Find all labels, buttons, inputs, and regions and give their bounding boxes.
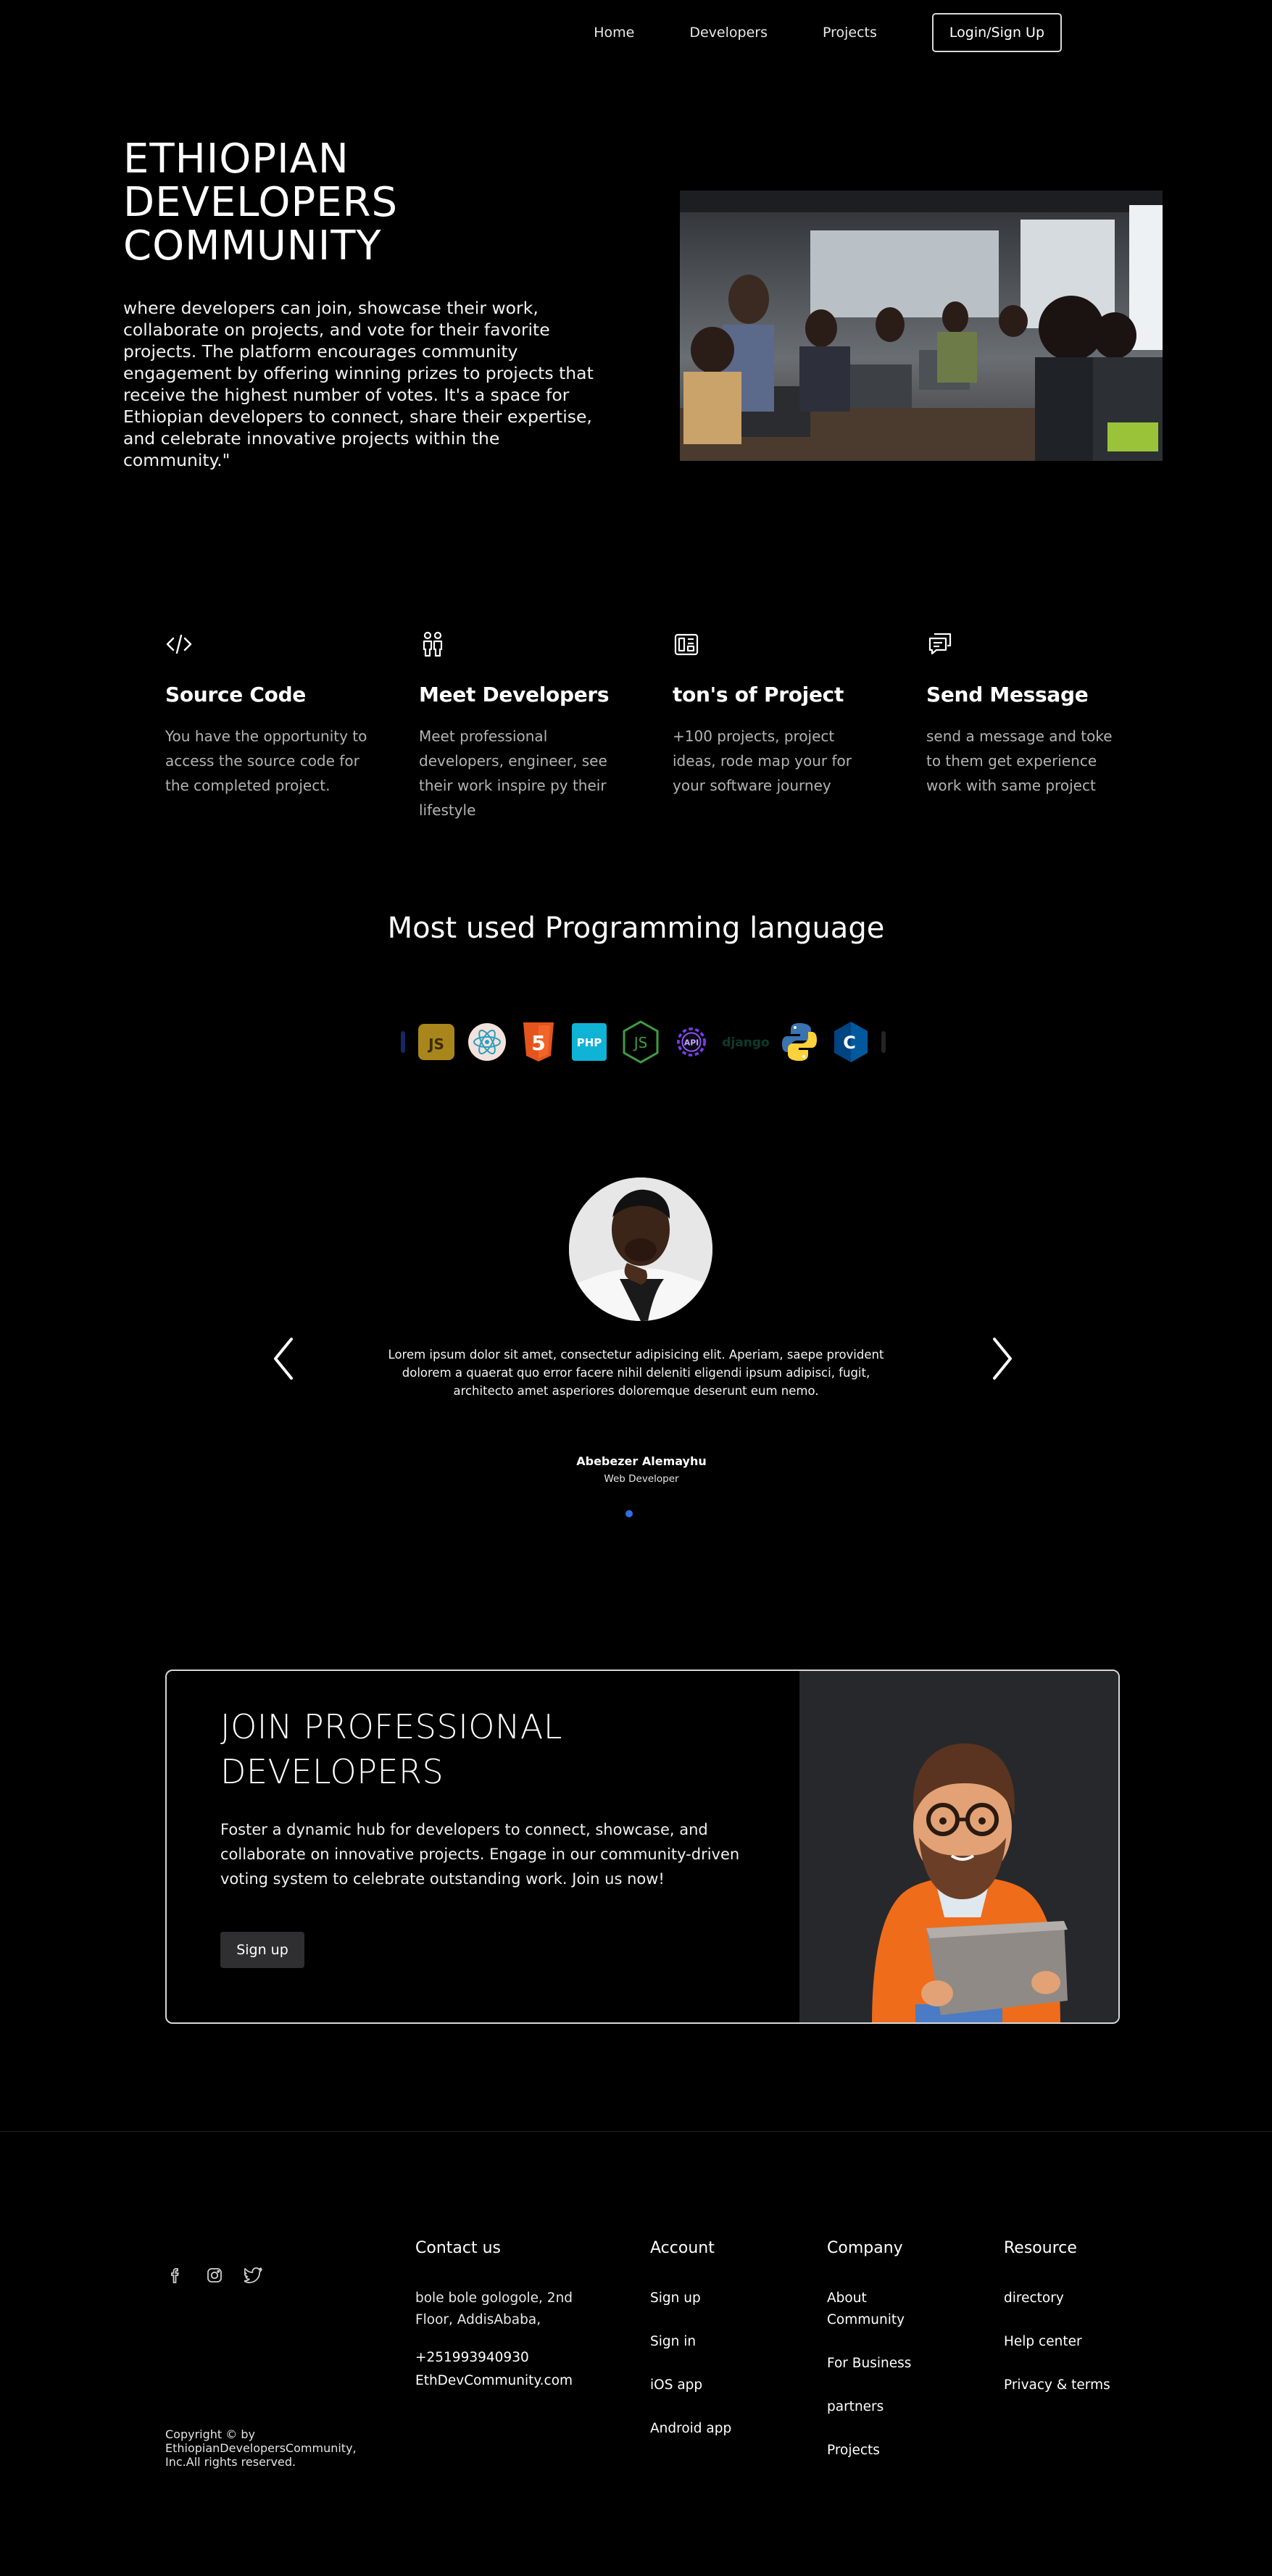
- join-card-title: JOIN PROFESSIONAL DEVELOPERS: [220, 1707, 562, 1791]
- hero-title-line: ETHIOPIAN: [123, 136, 349, 183]
- django-icon: django: [723, 1019, 769, 1065]
- carousel-pagination-dot[interactable]: [625, 1510, 633, 1517]
- feature-text: Meet professional developers, engineer, …: [419, 728, 607, 819]
- hero-title-line: DEVELOPERS: [123, 179, 399, 226]
- twitter-icon[interactable]: [244, 2265, 264, 2285]
- nodejs-icon-label: JS: [632, 1034, 647, 1051]
- api-icon: API: [671, 1019, 712, 1065]
- footer-resource-column: Resource directory Help center Privacy &…: [1004, 2239, 1174, 2418]
- contact-address: bole bole gologole, 2nd Floor, AddisAbab…: [415, 2291, 573, 2327]
- hero-description: where developers can join, showcase thei…: [123, 298, 594, 470]
- login-signup-button[interactable]: Login/Sign Up: [931, 13, 1062, 52]
- cplusplus-icon: C: [831, 1019, 871, 1065]
- footer-column-title: Account: [650, 2239, 715, 2257]
- language-carousel[interactable]: JS 5 PHP JS API django C: [395, 1014, 891, 1069]
- footer-link-projects[interactable]: Projects: [827, 2440, 997, 2462]
- footer-column-title: Contact us: [415, 2239, 501, 2257]
- layout-icon: [674, 633, 699, 656]
- footer-divider: [0, 2131, 1272, 2132]
- footer-link-sign-in[interactable]: Sign in: [650, 2331, 820, 2353]
- nav-home-link[interactable]: Home: [594, 25, 634, 41]
- footer-link-for-business[interactable]: For Business: [827, 2353, 997, 2375]
- carousel-edge: [881, 1030, 886, 1053]
- footer-link-help-center[interactable]: Help center: [1004, 2331, 1174, 2353]
- footer-account-column: Account Sign up Sign in iOS app Android …: [650, 2239, 820, 2462]
- testimonial-author-role: Web Developer: [604, 1473, 679, 1485]
- footer-link-android-app[interactable]: Android app: [650, 2418, 820, 2440]
- feature-text: send a message and toke to them get expe…: [926, 728, 1113, 794]
- feature-source-code: Source Code You have the opportunity to …: [165, 630, 368, 798]
- django-icon-label: django: [723, 1035, 769, 1050]
- footer-link-ios-app[interactable]: iOS app: [650, 2375, 820, 2396]
- footer-link-privacy-terms[interactable]: Privacy & terms: [1004, 2375, 1174, 2396]
- carousel-edge: [401, 1030, 405, 1053]
- messages-icon: [928, 633, 952, 655]
- hero-title-line: COMMUNITY: [123, 222, 382, 270]
- feature-title: Send Message: [926, 683, 1089, 706]
- top-nav: Home Developers Projects Login/Sign Up: [594, 13, 1062, 52]
- code-icon: [166, 634, 192, 654]
- nav-projects-link[interactable]: Projects: [823, 25, 877, 41]
- footer-column-title: Company: [827, 2239, 903, 2257]
- feature-title: ton's of Project: [673, 683, 844, 706]
- php-icon-label: PHP: [577, 1036, 602, 1049]
- developer-character-illustration: [872, 1743, 1068, 2022]
- python-icon: [779, 1019, 820, 1065]
- contact-phone[interactable]: +251993940930: [415, 2347, 586, 2369]
- join-developers-card: JOIN PROFESSIONAL DEVELOPERS Foster a dy…: [165, 1670, 1120, 2024]
- nodejs-icon: JS: [620, 1019, 661, 1065]
- facebook-icon[interactable]: [165, 2265, 186, 2285]
- footer-column-title: Resource: [1004, 2239, 1077, 2257]
- api-icon-label: API: [684, 1038, 699, 1047]
- feature-text: You have the opportunity to access the s…: [165, 728, 367, 794]
- next-testimonial-arrow-icon[interactable]: [987, 1333, 1016, 1384]
- feature-title: Meet Developers: [419, 683, 610, 706]
- instagram-icon[interactable]: [204, 2265, 225, 2285]
- feature-projects: ton's of Project +100 projects, project …: [673, 630, 876, 798]
- testimonial-author-name: Abebezer Alemayhu: [576, 1454, 707, 1468]
- feature-text: +100 projects, project ideas, rode map y…: [673, 728, 852, 794]
- js-icon: JS: [416, 1019, 457, 1065]
- contact-email[interactable]: EthDevCommunity.com: [415, 2370, 586, 2392]
- copyright-text: Copyright © by EthiopianDevelopersCommun…: [165, 2427, 357, 2469]
- hero-classroom-photo: [680, 191, 1163, 461]
- footer-link-sign-up[interactable]: Sign up: [650, 2288, 820, 2309]
- people-icon: [423, 631, 443, 657]
- footer-link-directory[interactable]: directory: [1004, 2288, 1174, 2309]
- js-icon-label: JS: [427, 1035, 444, 1053]
- feature-meet-developers: Meet Developers Meet professional develo…: [419, 630, 622, 822]
- nav-developers-link[interactable]: Developers: [689, 25, 768, 41]
- footer-company-column: Company About Community For Business par…: [827, 2239, 997, 2483]
- developer-illustration-panel: [799, 1671, 1118, 2022]
- html5-icon-label: 5: [531, 1031, 545, 1055]
- footer-link-about-community[interactable]: About Community: [827, 2288, 928, 2331]
- php-icon: PHP: [569, 1019, 610, 1065]
- join-card-text: Foster a dynamic hub for developers to c…: [220, 1821, 740, 1888]
- testimonial-quote: Lorem ipsum dolor sit amet, consectetur …: [388, 1348, 884, 1398]
- footer-contact-column: Contact us bole bole gologole, 2nd Floor…: [415, 2239, 586, 2414]
- feature-send-message: Send Message send a message and toke to …: [926, 630, 1129, 798]
- previous-testimonial-arrow-icon[interactable]: [270, 1333, 299, 1384]
- cplusplus-icon-label: C: [843, 1033, 856, 1053]
- join-signup-button[interactable]: Sign up: [220, 1932, 304, 1968]
- footer-link-partners[interactable]: partners: [827, 2396, 997, 2418]
- html5-icon: 5: [518, 1019, 559, 1065]
- hero-title: ETHIOPIAN DEVELOPERS COMMUNITY: [123, 138, 398, 268]
- react-icon: [467, 1019, 507, 1065]
- feature-title: Source Code: [165, 683, 306, 706]
- testimonial-avatar: [569, 1177, 712, 1321]
- languages-section-title: Most used Programming language: [387, 912, 885, 945]
- social-links: [165, 2265, 264, 2285]
